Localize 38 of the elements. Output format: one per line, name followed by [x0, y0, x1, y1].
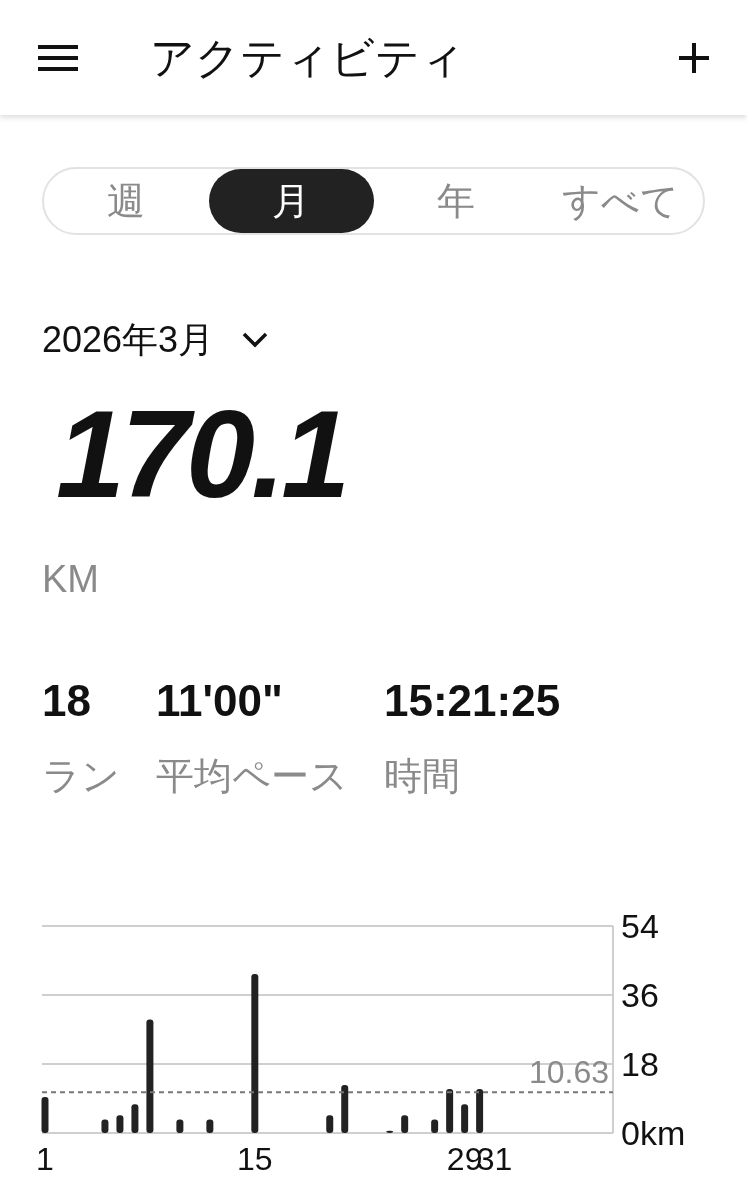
stat-value: 15:21:25: [384, 675, 561, 727]
distance-bar: [401, 1115, 409, 1133]
stat-value: 11'00": [156, 675, 284, 727]
distance-unit: KM: [42, 557, 99, 602]
distance-bar: [116, 1115, 124, 1133]
distance-bar: [341, 1085, 349, 1133]
distance-bar: [476, 1088, 484, 1133]
distance-bar: [176, 1119, 184, 1133]
average-label: 10.63: [528, 1054, 609, 1091]
menu-icon[interactable]: [38, 43, 78, 72]
distance-bar: [446, 1088, 454, 1133]
plus-icon[interactable]: [679, 42, 709, 73]
stat-value: 18: [42, 675, 92, 727]
y-axis-label: 54: [621, 907, 659, 945]
x-axis-label: 1: [36, 1141, 54, 1177]
x-axis-label: 15: [237, 1141, 273, 1177]
period-tab[interactable]: 月: [208, 169, 374, 233]
stat-label: 時間: [384, 754, 461, 799]
period-tab[interactable]: 週: [44, 169, 209, 233]
distance-bar: [131, 1104, 139, 1133]
y-axis-label: 0km: [621, 1114, 686, 1152]
distance-bar: [41, 1096, 49, 1133]
period-tab[interactable]: 年: [373, 169, 539, 233]
y-axis-label: 18: [621, 1045, 659, 1083]
period-tab[interactable]: すべて: [538, 169, 703, 233]
distance-bar: [326, 1115, 334, 1133]
stat-label: ラン: [42, 754, 120, 799]
distance-bar: [101, 1119, 109, 1133]
distance-bar: [206, 1119, 214, 1133]
chevron-down-icon: [242, 332, 269, 348]
month-dropdown[interactable]: 2026年3月: [42, 313, 269, 367]
distance-bar: [461, 1104, 469, 1133]
page-title: アクティビティ: [150, 31, 466, 84]
distance-bar: [431, 1119, 439, 1133]
y-axis-label: 36: [621, 976, 659, 1014]
total-distance: 170.1: [56, 389, 347, 519]
distance-bar: [386, 1130, 394, 1133]
stat-label: 平均ペース: [156, 754, 348, 799]
